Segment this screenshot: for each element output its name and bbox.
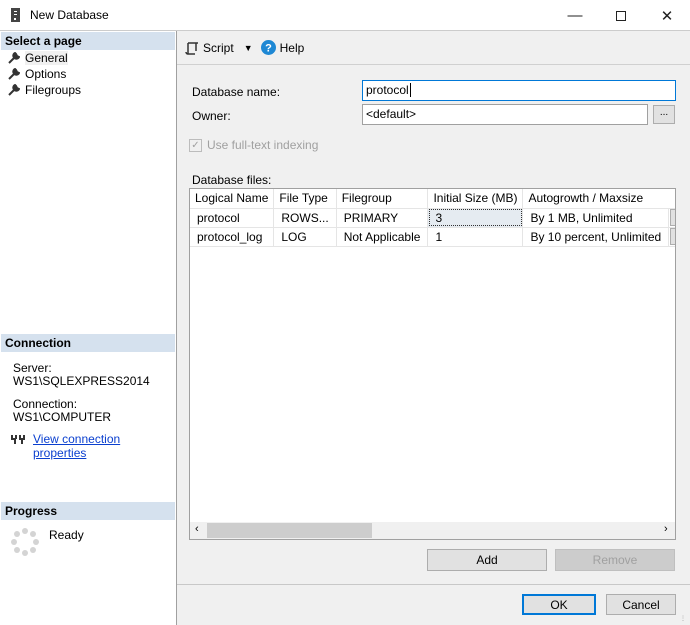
footer-divider <box>177 584 690 585</box>
connection-label: Connection: <box>13 397 78 411</box>
cell-filegroup[interactable]: Not Applicable <box>336 227 429 247</box>
script-dropdown-arrow-icon[interactable]: ▼ <box>244 43 253 53</box>
script-button[interactable]: Script <box>185 41 234 55</box>
cell-autogrowth[interactable]: By 10 percent, Unlimited <box>522 227 670 247</box>
plug-icon <box>11 435 25 444</box>
scrollbar-thumb[interactable] <box>207 523 372 538</box>
owner-input[interactable]: <default> <box>362 104 648 125</box>
add-button[interactable]: Add <box>427 549 547 571</box>
database-files-grid: Logical Name File Type Filegroup Initial… <box>189 188 676 540</box>
cell-filegroup[interactable]: PRIMARY <box>336 208 429 228</box>
left-panel: Select a page General Options Filegroups… <box>0 31 177 625</box>
owner-label: Owner: <box>192 109 231 123</box>
cell-file-type[interactable]: LOG <box>273 227 337 247</box>
column-header[interactable]: Logical Name <box>190 189 275 209</box>
database-files-label: Database files: <box>192 173 272 187</box>
page-label: Options <box>25 67 67 81</box>
add-label: Add <box>476 553 498 567</box>
view-connection-properties-link[interactable]: View connection properties <box>33 432 176 460</box>
table-row[interactable]: protocol_log LOG Not Applicable 1 By 10 … <box>190 227 675 247</box>
cell-file-type[interactable]: ROWS... <box>273 208 337 228</box>
script-icon <box>185 41 198 55</box>
help-icon: ? <box>260 40 276 55</box>
title-bar: New Database — ✕ <box>0 0 690 31</box>
table-row[interactable]: protocol ROWS... PRIMARY 3 By 1 MB, Unli… <box>190 208 675 228</box>
database-name-label: Database name: <box>192 85 281 99</box>
fulltext-checkbox[interactable]: ✓ Use full-text indexing <box>189 138 318 152</box>
owner-browse-button[interactable]: ... <box>653 105 675 124</box>
cell-autogrowth[interactable]: By 1 MB, Unlimited <box>522 208 670 228</box>
progress-status: Ready <box>49 528 84 542</box>
autogrowth-browse-button[interactable]: ... <box>670 209 675 226</box>
help-button[interactable]: ? Help <box>260 40 305 55</box>
column-header[interactable]: Filegroup <box>336 189 429 209</box>
maximize-button[interactable] <box>598 0 644 31</box>
cell-initial-size[interactable]: 3 <box>427 208 524 228</box>
fulltext-label: Use full-text indexing <box>207 138 319 152</box>
remove-label: Remove <box>592 553 638 567</box>
horizontal-scrollbar[interactable]: ‹ › <box>190 522 675 539</box>
scroll-left-icon[interactable]: ‹ <box>195 523 199 535</box>
page-label: General <box>25 51 68 65</box>
resize-grip-icon[interactable]: ⋮ <box>680 615 688 623</box>
toolbar: Script ▼ ? Help <box>177 31 690 65</box>
minimize-button[interactable]: — <box>552 0 598 31</box>
cell-initial-size[interactable]: 1 <box>427 227 524 247</box>
close-button[interactable]: ✕ <box>644 0 690 31</box>
server-value: WS1\SQLEXPRESS2014 <box>13 374 150 388</box>
ok-button[interactable]: OK <box>522 594 596 615</box>
grid-header-row: Logical Name File Type Filegroup Initial… <box>190 189 675 209</box>
cancel-label: Cancel <box>622 597 660 612</box>
owner-value: <default> <box>366 107 417 121</box>
select-page-header: Select a page <box>1 32 175 50</box>
cancel-button[interactable]: Cancel <box>606 594 676 615</box>
remove-button[interactable]: Remove <box>555 549 675 571</box>
wrench-icon <box>8 84 20 96</box>
wrench-icon <box>8 68 20 80</box>
window-title: New Database <box>30 8 109 22</box>
connection-header: Connection <box>1 334 175 352</box>
page-label: Filegroups <box>25 83 82 97</box>
cell-logical-name[interactable]: protocol <box>190 208 275 228</box>
help-label: Help <box>279 40 305 55</box>
cell-logical-name[interactable]: protocol_log <box>190 227 275 247</box>
database-name-value: protocol <box>366 83 409 97</box>
ok-label: OK <box>550 597 568 612</box>
wrench-icon <box>8 52 20 64</box>
database-icon <box>11 8 20 22</box>
column-header[interactable]: Initial Size (MB) <box>427 189 524 209</box>
page-general[interactable]: General <box>8 50 68 66</box>
column-header[interactable]: Autogrowth / Maxsize <box>522 189 675 209</box>
progress-header: Progress <box>1 502 175 520</box>
server-label: Server: <box>13 361 52 375</box>
scroll-right-icon[interactable]: › <box>664 523 668 535</box>
svg-text:?: ? <box>265 43 272 55</box>
autogrowth-browse-button[interactable]: ... <box>670 228 675 245</box>
page-options[interactable]: Options <box>8 66 66 82</box>
column-header[interactable]: File Type <box>273 189 337 209</box>
connection-value: WS1\COMPUTER <box>13 410 112 424</box>
checkbox-checked-icon: ✓ <box>189 138 202 152</box>
page-filegroups[interactable]: Filegroups <box>8 82 81 98</box>
progress-spinner-icon <box>11 528 39 556</box>
script-label: Script <box>203 40 234 55</box>
database-name-input[interactable]: protocol <box>362 80 676 101</box>
